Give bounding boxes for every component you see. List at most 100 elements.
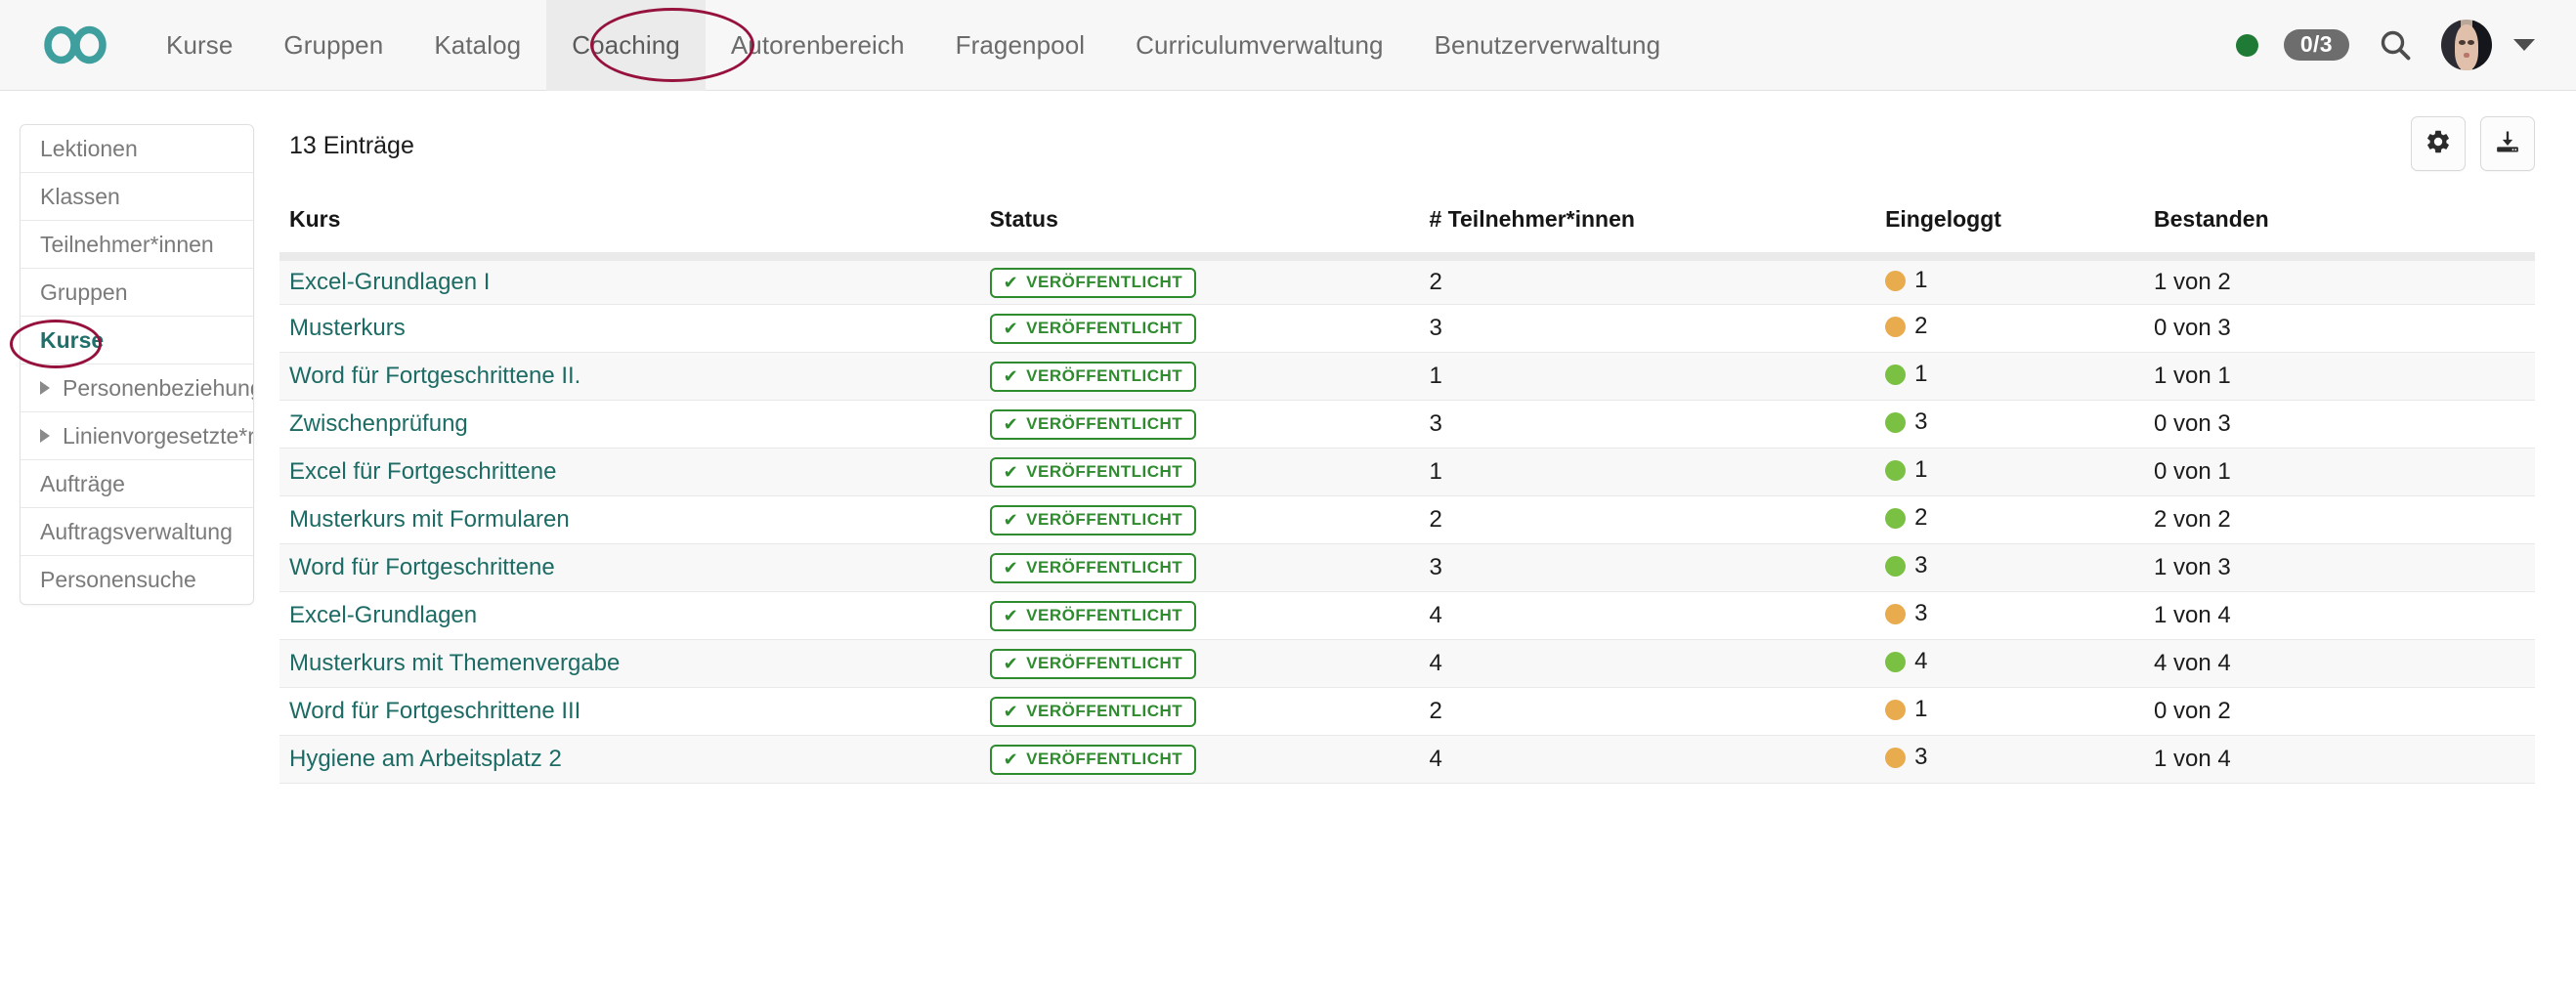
course-link[interactable]: Word für Fortgeschrittene III	[289, 698, 580, 724]
sidebar-item-label: Kurse	[40, 326, 105, 353]
course-link[interactable]: Zwischenprüfung	[289, 410, 468, 437]
status-dot-green-icon	[1885, 459, 1907, 481]
nav-item-curriculumverwaltung[interactable]: Curriculumverwaltung	[1110, 0, 1408, 91]
status-badge: ✔ VERÖFFENTLICHT	[989, 267, 1197, 298]
course-link[interactable]: Musterkurs	[289, 315, 406, 341]
cell-teilnehmer-count: 2	[1419, 256, 1876, 305]
cell-status: ✔ VERÖFFENTLICHT	[979, 591, 1420, 640]
sidebar-item-kurse[interactable]: Kurse	[21, 317, 253, 364]
course-link[interactable]: Excel-Grundlagen I	[289, 269, 490, 295]
column-header-teilnehmerinnen[interactable]: # Teilnehmer*innen	[1419, 198, 1876, 261]
status-badge: ✔ VERÖFFENTLICHT	[989, 696, 1197, 727]
check-icon: ✔	[1003, 272, 1019, 292]
sidebar-item-auftragsverwaltung[interactable]: Auftragsverwaltung	[21, 508, 253, 556]
course-link[interactable]: Word für Fortgeschrittene	[289, 554, 555, 580]
sidebar-item-personenbeziehungen[interactable]: Personenbeziehungen	[21, 364, 253, 412]
cell-status: ✔ VERÖFFENTLICHT	[979, 735, 1420, 784]
cell-bestanden: 1 von 1	[2144, 352, 2535, 401]
nav-item-gruppen[interactable]: Gruppen	[258, 0, 408, 91]
cell-status: ✔ VERÖFFENTLICHT	[979, 687, 1420, 736]
cell-eingeloggt: 1	[1875, 687, 2145, 736]
course-link[interactable]: Excel-Grundlagen	[289, 602, 477, 628]
status-badge: ✔ VERÖFFENTLICHT	[989, 504, 1197, 535]
course-link[interactable]: Musterkurs mit Formularen	[289, 506, 570, 533]
cell-kurs: Word für Fortgeschrittene II.	[279, 352, 980, 401]
nav-item-benutzerverwaltung[interactable]: Benutzerverwaltung	[1409, 0, 1687, 91]
expand-triangle-icon[interactable]	[40, 429, 50, 443]
cell-status: ✔ VERÖFFENTLICHT	[979, 304, 1420, 353]
nav-item-fragenpool[interactable]: Fragenpool	[930, 0, 1111, 91]
sidebar-item-personensuche[interactable]: Personensuche	[21, 556, 253, 604]
table-body: Excel-Grundlagen I ✔ VERÖFFENTLICHT 2 1 1 von…	[279, 256, 2535, 784]
status-dot-green-icon	[1885, 555, 1907, 577]
course-link[interactable]: Musterkurs mit Themenvergabe	[289, 650, 620, 676]
table-row[interactable]: Excel-Grundlagen I ✔ VERÖFFENTLICHT 2 1 1 von…	[279, 256, 2535, 305]
table-row[interactable]: Musterkurs mit Formularen ✔ VERÖFFENTLICHT…	[279, 495, 2535, 544]
course-link[interactable]: Excel für Fortgeschrittene	[289, 458, 556, 485]
cell-teilnehmer-count: 3	[1419, 543, 1876, 592]
sidebar-item-teilnehmerinnen[interactable]: Teilnehmer*innen	[21, 221, 253, 269]
cell-status: ✔ VERÖFFENTLICHT	[979, 400, 1420, 449]
courses-table: Kurs Status # Teilnehmer*innen Eingelogg…	[279, 198, 2535, 784]
expand-triangle-icon[interactable]	[40, 381, 50, 395]
infinity-logo[interactable]	[29, 0, 123, 91]
table-row[interactable]: Word für Fortgeschrittene ✔ VERÖFFENTLICHT…	[279, 543, 2535, 592]
logged-in-indicator: 1	[1885, 456, 1927, 484]
status-dot-green-icon	[1885, 651, 1907, 672]
table-row[interactable]: Word für Fortgeschrittene III ✔ VERÖFFENTL…	[279, 687, 2535, 736]
page-body: Lektionen Klassen Teilnehmer*innen Grupp…	[0, 91, 2576, 985]
sidebar-item-auftraege[interactable]: Aufträge	[21, 460, 253, 508]
nav-item-autorenbereich[interactable]: Autorenbereich	[706, 0, 930, 91]
table-row[interactable]: Musterkurs ✔ VERÖFFENTLICHT 3 2 0 von 3	[279, 304, 2535, 353]
check-icon: ✔	[1003, 653, 1019, 673]
nav-item-coaching[interactable]: Coaching	[546, 0, 706, 91]
table-row[interactable]: Word für Fortgeschrittene II. ✔ VERÖFFENTL…	[279, 352, 2535, 401]
cell-bestanden: 1 von 3	[2144, 543, 2535, 592]
sidebar-item-label: Teilnehmer*innen	[40, 231, 214, 257]
settings-button[interactable]	[2411, 116, 2466, 171]
column-header-eingeloggt[interactable]: Eingeloggt	[1875, 198, 2145, 261]
course-link[interactable]: Hygiene am Arbeitsplatz 2	[289, 746, 562, 772]
avatar[interactable]	[2441, 20, 2492, 70]
table-row[interactable]: Excel für Fortgeschrittene ✔ VERÖFFENTLICH…	[279, 448, 2535, 496]
status-badge-label: VERÖFFENTLICHT	[1026, 654, 1183, 672]
logged-in-count: 4	[1914, 648, 1928, 675]
cell-bestanden: 1 von 2	[2144, 256, 2535, 305]
status-badge: ✔ VERÖFFENTLICHT	[989, 600, 1197, 631]
sidebar-item-klassen[interactable]: Klassen	[21, 173, 253, 221]
course-link[interactable]: Word für Fortgeschrittene II.	[289, 363, 580, 389]
sidebar-container: Lektionen Klassen Teilnehmer*innen Grupp…	[0, 91, 254, 605]
column-header-bestanden[interactable]: Bestanden	[2144, 198, 2535, 261]
search-icon[interactable]	[2375, 24, 2416, 65]
status-badge-label: VERÖFFENTLICHT	[1026, 749, 1183, 768]
table-row[interactable]: Hygiene am Arbeitsplatz 2 ✔ VERÖFFENTLICHT…	[279, 735, 2535, 784]
table-row[interactable]: Musterkurs mit Themenvergabe ✔ VERÖFFENTLI…	[279, 639, 2535, 688]
cell-bestanden: 0 von 3	[2144, 400, 2535, 449]
entry-count-label: 13 Einträge	[289, 132, 414, 159]
download-button[interactable]	[2480, 116, 2535, 171]
status-badge-label: VERÖFFENTLICHT	[1026, 414, 1183, 433]
cell-kurs: Musterkurs mit Formularen	[279, 495, 980, 544]
nav-item-katalog[interactable]: Katalog	[408, 0, 546, 91]
logged-in-count: 3	[1914, 744, 1928, 771]
main-content: 13 Einträge Kurs Status # Teilnehmer*inn…	[254, 91, 2576, 784]
table-row[interactable]: Excel-Grundlagen ✔ VERÖFFENTLICHT 4 3 1 von 4	[279, 591, 2535, 640]
table-row[interactable]: Zwischenprüfung ✔ VERÖFFENTLICHT 3 3 0 von 3	[279, 400, 2535, 449]
sidebar-item-lektionen[interactable]: Lektionen	[21, 125, 253, 173]
cell-eingeloggt: 4	[1875, 639, 2145, 688]
sidebar-item-label: Aufträge	[40, 470, 125, 496]
cell-eingeloggt: 3	[1875, 735, 2145, 784]
logged-in-indicator: 1	[1885, 361, 1927, 388]
sidebar-item-gruppen[interactable]: Gruppen	[21, 269, 253, 317]
cell-status: ✔ VERÖFFENTLICHT	[979, 352, 1420, 401]
column-header-status[interactable]: Status	[979, 198, 1420, 261]
status-dot-orange-icon	[1885, 603, 1907, 624]
sidebar-item-linienvorgesetzte[interactable]: Linienvorgesetzte*r	[21, 412, 253, 460]
logged-in-count: 1	[1914, 361, 1928, 388]
column-header-kurs[interactable]: Kurs	[279, 198, 980, 261]
status-badge: ✔ VERÖFFENTLICHT	[989, 361, 1197, 392]
check-icon: ✔	[1003, 365, 1019, 386]
chevron-down-icon[interactable]	[2513, 39, 2535, 51]
nav-item-kurse[interactable]: Kurse	[141, 0, 258, 91]
task-count-badge[interactable]: 0/3	[2283, 29, 2349, 61]
